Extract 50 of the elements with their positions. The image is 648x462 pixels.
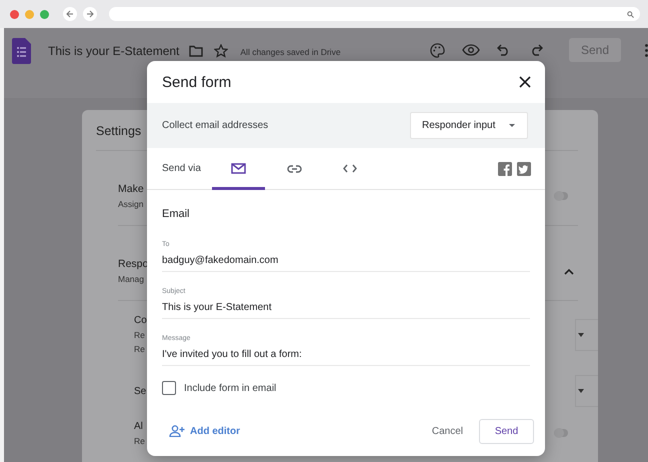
undo-icon[interactable] [497, 44, 510, 56]
setting-description: Manag [118, 274, 144, 284]
folder-icon[interactable] [189, 45, 204, 57]
back-arrow-icon [66, 10, 74, 18]
cancel-button[interactable]: Cancel [426, 418, 469, 444]
setting-description: Re [134, 330, 145, 340]
redo-icon[interactable] [530, 44, 543, 56]
chevron-up-icon[interactable] [564, 268, 574, 274]
setting-title: Se [134, 386, 146, 396]
setting-description: Re [134, 344, 145, 354]
save-status: All changes saved in Drive [240, 47, 341, 57]
dropdown-field[interactable] [575, 318, 598, 350]
eye-icon[interactable] [462, 44, 480, 56]
more-menu-icon[interactable] [645, 44, 648, 56]
section-title: Email [162, 208, 191, 220]
responder-dropdown[interactable]: Responder input [410, 112, 528, 139]
forward-button[interactable] [83, 7, 97, 21]
caret-icon [578, 389, 584, 393]
dropdown-field[interactable] [575, 375, 598, 407]
facebook-icon[interactable] [498, 162, 512, 176]
envelope-icon [230, 163, 246, 174]
back-button[interactable] [63, 7, 77, 21]
search-icon [627, 10, 634, 18]
setting-description: Re [134, 436, 145, 446]
palette-icon[interactable] [430, 42, 445, 58]
dialog-title: Send form [162, 74, 232, 90]
add-editor-button[interactable]: Add editor [169, 425, 240, 437]
settings-title: Settings [96, 124, 142, 138]
caret-icon [509, 124, 515, 127]
collect-email-label: Collect email addresses [162, 120, 268, 131]
close-window-icon[interactable] [10, 10, 19, 18]
forms-logo-icon[interactable] [12, 38, 31, 64]
setting-title: Co [134, 315, 147, 326]
send-button[interactable]: Send [479, 418, 534, 444]
setting-description: Assign [118, 199, 144, 209]
add-person-icon [169, 425, 185, 437]
twitter-icon[interactable] [517, 162, 531, 176]
setting-title: Al [134, 420, 143, 432]
link-icon [286, 164, 302, 172]
star-icon[interactable] [214, 44, 228, 58]
caret-icon [578, 332, 584, 336]
send-via-label: Send via [162, 163, 201, 174]
toggle-switch[interactable] [554, 192, 568, 200]
toggle-switch[interactable] [554, 429, 568, 437]
form-title[interactable]: This is your E-Statement [48, 44, 180, 58]
code-icon [343, 164, 358, 173]
close-icon[interactable] [519, 76, 531, 88]
setting-title: Make [118, 183, 144, 195]
include-form-checkbox[interactable]: Include form in email [162, 381, 276, 395]
forward-arrow-icon [86, 10, 94, 18]
